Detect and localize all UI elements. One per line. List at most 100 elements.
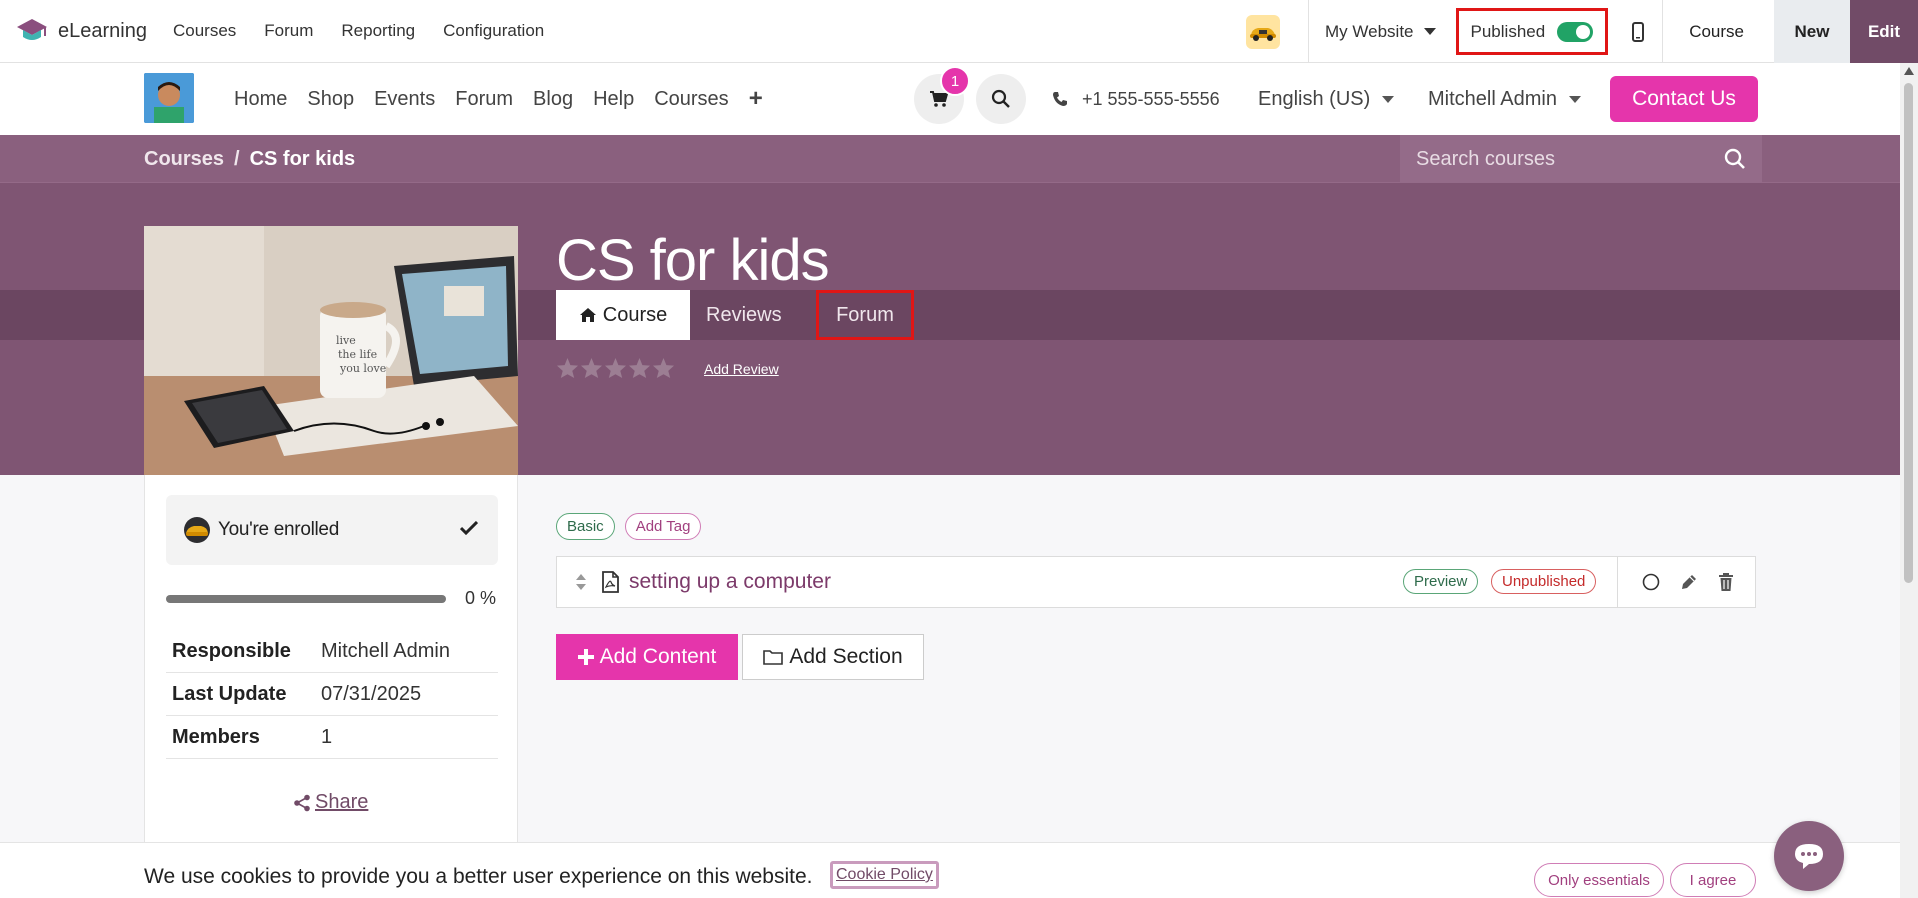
toggle-switch-icon[interactable] xyxy=(1557,21,1594,42)
cart-button[interactable]: 1 xyxy=(914,66,970,124)
site-nav-links: Home Shop Events Forum Blog Help Courses… xyxy=(234,63,783,135)
language-label: English (US) xyxy=(1258,87,1371,110)
admin-menu-configuration[interactable]: Configuration xyxy=(443,21,544,41)
search-icon xyxy=(991,89,1010,108)
plus-icon xyxy=(577,649,594,665)
search-icon[interactable] xyxy=(1724,148,1746,170)
nav-help[interactable]: Help xyxy=(593,88,634,111)
user-dropdown[interactable]: Mitchell Admin xyxy=(1428,63,1581,135)
star-icon[interactable] xyxy=(652,357,675,379)
site-logo[interactable] xyxy=(144,73,194,123)
course-search xyxy=(1400,135,1762,183)
trash-icon[interactable] xyxy=(1717,572,1735,592)
circle-icon[interactable] xyxy=(1641,572,1661,592)
nav-shop[interactable]: Shop xyxy=(307,88,354,111)
share-link[interactable]: Share xyxy=(293,791,368,814)
content-item-name[interactable]: setting up a computer xyxy=(629,570,831,594)
nav-add-page[interactable]: + xyxy=(749,85,763,113)
user-avatar[interactable] xyxy=(1246,14,1281,49)
info-row-responsible: Responsible Mitchell Admin xyxy=(166,630,498,673)
add-tag-button[interactable]: Add Tag xyxy=(624,513,702,540)
tag-basic[interactable]: Basic xyxy=(556,513,615,540)
mobile-preview-button[interactable] xyxy=(1614,0,1662,63)
star-icon[interactable] xyxy=(628,357,651,379)
app-brand[interactable]: eLearning xyxy=(16,0,147,63)
content-item-row[interactable]: setting up a computer Preview Unpublishe… xyxy=(556,556,1756,608)
caret-down-icon xyxy=(1568,95,1581,103)
star-icon[interactable] xyxy=(604,357,627,379)
tab-course[interactable]: Course xyxy=(556,290,690,340)
svg-text:the life: the life xyxy=(338,348,377,361)
nav-home[interactable]: Home xyxy=(234,88,287,111)
breadcrumb-separator: / xyxy=(234,147,240,170)
i-agree-button[interactable]: I agree xyxy=(1670,863,1756,897)
user-avatar-icon xyxy=(182,516,212,544)
tab-forum[interactable]: Forum xyxy=(816,290,914,340)
info-value: Mitchell Admin xyxy=(321,639,450,662)
add-section-button[interactable]: Add Section xyxy=(742,634,924,680)
unpublished-badge[interactable]: Unpublished xyxy=(1491,569,1597,594)
info-key: Members xyxy=(172,725,260,748)
nav-forum[interactable]: Forum xyxy=(455,88,513,111)
admin-menu-forum[interactable]: Forum xyxy=(264,21,313,41)
phone-icon xyxy=(1053,92,1067,106)
nav-courses[interactable]: Courses xyxy=(654,88,728,111)
progress-percent: 0 % xyxy=(465,588,497,608)
breadcrumb-current: CS for kids xyxy=(249,147,356,170)
tab-reviews-label: Reviews xyxy=(706,303,782,326)
add-section-label: Add Section xyxy=(789,645,903,668)
search-courses-input[interactable] xyxy=(1416,147,1710,171)
scrollbar-thumb[interactable] xyxy=(1904,83,1913,583)
add-content-label: Add Content xyxy=(599,645,717,668)
star-icon[interactable] xyxy=(556,357,579,379)
breadcrumb-courses[interactable]: Courses xyxy=(144,148,224,171)
live-chat-button[interactable] xyxy=(1774,821,1844,891)
admin-navbar: eLearning Courses Forum Reporting Config… xyxy=(0,0,1918,63)
breadcrumb-bar: Courses / CS for kids xyxy=(0,135,1900,183)
course-tags: Basic Add Tag xyxy=(556,513,702,540)
cookie-message: We use cookies to provide you a better u… xyxy=(144,865,813,888)
language-dropdown[interactable]: English (US) xyxy=(1258,63,1395,135)
my-website-dropdown[interactable]: My Website xyxy=(1309,22,1456,42)
cookie-policy-link[interactable]: Cookie Policy xyxy=(830,861,939,889)
preview-badge[interactable]: Preview xyxy=(1403,569,1479,594)
divider xyxy=(1617,557,1618,607)
car-icon xyxy=(1250,27,1277,41)
drag-handle-icon[interactable] xyxy=(575,573,587,591)
svg-text:you love: you love xyxy=(339,362,386,375)
site-search-button[interactable] xyxy=(976,74,1026,124)
caret-down-icon xyxy=(1423,28,1436,35)
contact-us-button[interactable]: Contact Us xyxy=(1610,76,1758,122)
published-toggle[interactable]: Published xyxy=(1455,8,1609,55)
course-backend-button[interactable]: Course xyxy=(1663,0,1774,63)
website-navbar: Home Shop Events Forum Blog Help Courses… xyxy=(0,63,1900,135)
phone-contact[interactable]: +1 555-555-5556 xyxy=(1052,63,1220,135)
avatar-logo-icon xyxy=(144,73,194,123)
admin-menu-reporting[interactable]: Reporting xyxy=(341,21,415,41)
my-website-label: My Website xyxy=(1325,21,1414,41)
page-scrollbar[interactable] xyxy=(1900,63,1918,898)
star-icon[interactable] xyxy=(580,357,603,379)
info-row-last-update: Last Update 07/31/2025 xyxy=(166,673,498,716)
admin-right-controls: My Website Published Course New Edit xyxy=(1246,0,1918,63)
mobile-phone-icon xyxy=(1632,21,1645,42)
svg-text:live: live xyxy=(336,334,356,347)
course-info-table: Responsible Mitchell Admin Last Update 0… xyxy=(166,630,498,759)
app-name: eLearning xyxy=(58,19,147,42)
info-value: 07/31/2025 xyxy=(321,682,422,705)
info-row-members: Members 1 xyxy=(166,716,498,759)
add-content-button[interactable]: Add Content xyxy=(556,634,738,680)
enrolled-status: You're enrolled xyxy=(166,495,498,565)
pencil-icon[interactable] xyxy=(1679,572,1699,592)
nav-blog[interactable]: Blog xyxy=(533,88,573,111)
new-button[interactable]: New xyxy=(1774,0,1850,63)
nav-events[interactable]: Events xyxy=(374,88,435,111)
graduation-cap-icon xyxy=(16,17,48,45)
only-essentials-button[interactable]: Only essentials xyxy=(1534,863,1664,897)
course-sidebar: You're enrolled 0 % Responsible Mitchell… xyxy=(144,475,518,898)
admin-menu-courses[interactable]: Courses xyxy=(173,21,236,41)
scroll-up-arrow-icon[interactable] xyxy=(1904,67,1914,75)
progress-bar xyxy=(166,595,446,603)
add-review-link[interactable]: Add Review xyxy=(704,361,779,377)
edit-button[interactable]: Edit xyxy=(1850,0,1918,63)
